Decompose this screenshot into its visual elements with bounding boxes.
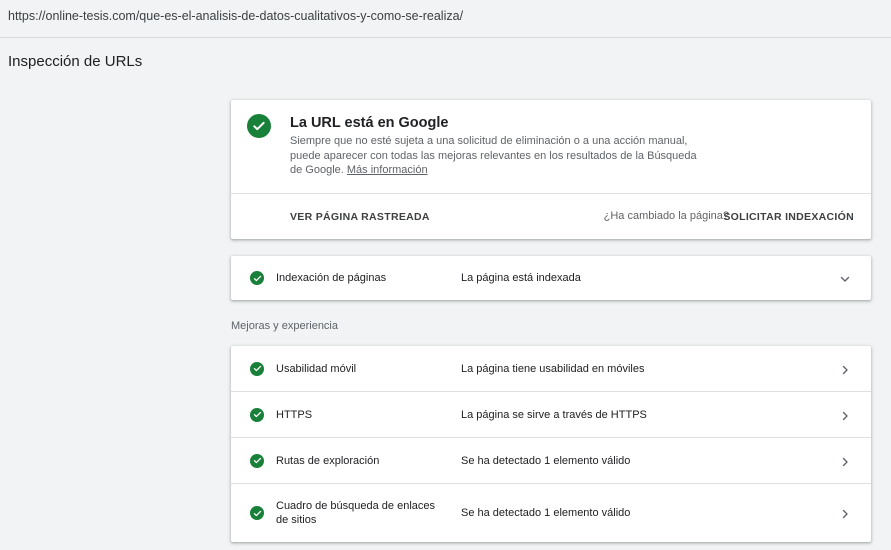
url-text: https://online-tesis.com/que-es-el-anali… (8, 9, 464, 23)
more-info-link[interactable]: Más información (347, 164, 428, 176)
page-changed-question: ¿Ha cambiado la página? (603, 210, 729, 222)
enhancements-card: Usabilidad móvil La página tiene usabili… (231, 346, 871, 542)
check-circle-icon (250, 271, 264, 285)
view-crawled-page-button[interactable]: VER PÁGINA RASTREADA (290, 211, 430, 223)
chevron-down-icon[interactable] (839, 272, 851, 284)
check-circle-icon (250, 407, 264, 422)
row-status: La página tiene usabilidad en móviles (461, 362, 645, 375)
row-label: Rutas de exploración (276, 454, 380, 467)
check-circle-icon (247, 114, 271, 138)
row-status: Se ha detectado 1 elemento válido (461, 454, 631, 467)
chevron-right-icon[interactable] (839, 363, 851, 375)
page-title: Inspección de URLs (8, 53, 143, 70)
page-indexing-card: Indexación de páginas La página está ind… (231, 256, 871, 300)
row-status: La página se sirve a través de HTTPS (461, 408, 647, 421)
request-indexing-button[interactable]: SOLICITAR INDEXACIÓN (723, 211, 854, 223)
url-status-card: La URL está en Google Siempre que no est… (231, 100, 871, 239)
row-label: Cuadro de búsqueda de enlaces de sitios (276, 500, 436, 526)
check-circle-icon (250, 361, 264, 376)
row-label: Indexación de páginas (276, 272, 387, 284)
enhancement-row-https[interactable]: HTTPS La página se sirve a través de HTT… (231, 392, 871, 437)
chevron-right-icon[interactable] (839, 455, 851, 467)
enhancement-row-sitelinks-searchbox[interactable]: Cuadro de búsqueda de enlaces de sitios … (231, 484, 871, 542)
enhancement-row-breadcrumbs[interactable]: Rutas de exploración Se ha detectado 1 e… (231, 438, 871, 483)
enhancement-row-mobile-usability[interactable]: Usabilidad móvil La página tiene usabili… (231, 346, 871, 391)
section-heading: Mejoras y experiencia (231, 320, 338, 332)
row-status: Se ha detectado 1 elemento válido (461, 507, 631, 519)
url-status-description: Siempre que no esté sujeta a una solicit… (290, 134, 710, 178)
check-circle-icon (250, 506, 264, 520)
url-status-title: La URL está en Google (290, 115, 449, 131)
chevron-right-icon[interactable] (839, 507, 851, 519)
row-label: Usabilidad móvil (276, 362, 357, 375)
row-label: HTTPS (276, 408, 313, 421)
check-circle-icon (250, 453, 264, 468)
page-indexing-row[interactable]: Indexación de páginas La página está ind… (231, 256, 871, 300)
divider (231, 193, 871, 194)
chevron-right-icon[interactable] (839, 409, 851, 421)
url-bar[interactable]: https://online-tesis.com/que-es-el-anali… (0, 0, 891, 38)
row-status: La página está indexada (461, 272, 581, 284)
